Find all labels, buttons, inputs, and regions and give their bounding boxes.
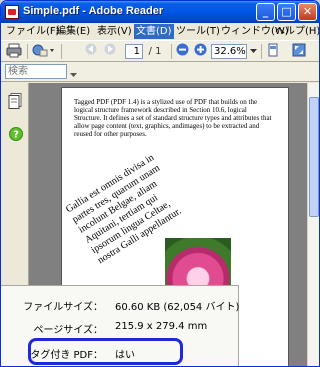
search-input[interactable] xyxy=(5,64,67,79)
full-screen-icon xyxy=(292,43,306,57)
file-size-value: 60.60 KB (62,054 バイト) xyxy=(115,302,240,313)
zoom-level-input[interactable]: 32.6% xyxy=(211,44,247,59)
menu-bar: ファイル(F) 編集(E) 表示(V) 文書(D) ツール(T) ウィンドウ(W… xyxy=(1,23,319,40)
minimize-button[interactable]: _ xyxy=(256,3,275,21)
page-size-value: 215.9 x 279.4 mm xyxy=(115,321,208,332)
arrow-right-icon xyxy=(104,43,116,55)
title-bar[interactable]: Simple.pdf - Adobe Reader _ □ ✕ xyxy=(1,1,319,23)
next-page-button[interactable] xyxy=(103,43,117,60)
window-title: Simple.pdf - Adobe Reader xyxy=(23,5,164,17)
previous-page-button[interactable] xyxy=(84,43,98,60)
page-size-label: ページサイズ： xyxy=(33,325,104,336)
close-button[interactable]: ✕ xyxy=(298,3,317,21)
fit-page-button[interactable] xyxy=(265,43,281,60)
zoom-out-button[interactable] xyxy=(175,43,189,60)
search-bar xyxy=(1,62,319,82)
arrow-left-icon xyxy=(85,43,97,55)
toolbar-separator xyxy=(27,44,28,59)
help-icon: ? xyxy=(9,127,23,141)
hand-tool-button[interactable] xyxy=(31,43,55,60)
document-properties-tooltip: ファイルサイズ： 60.60 KB (62,054 バイト) ページサイズ： 2… xyxy=(1,285,240,366)
print-button[interactable] xyxy=(5,43,23,60)
zoom-in-icon xyxy=(194,43,206,56)
document-paragraph: Tagged PDF (PDF 1.4) is a stylized use o… xyxy=(74,98,272,138)
hand-tool-icon xyxy=(32,44,54,57)
file-size-label: ファイルサイズ： xyxy=(23,302,103,313)
maximize-button[interactable]: □ xyxy=(277,3,296,21)
zoom-in-button[interactable] xyxy=(193,43,207,60)
scrollbar-thumb[interactable] xyxy=(309,97,319,217)
menu-edit[interactable]: 編集(E) xyxy=(54,24,92,39)
adobe-reader-window: Simple.pdf - Adobe Reader _ □ ✕ ファイル(F) … xyxy=(0,0,320,367)
svg-text:?: ? xyxy=(13,130,19,141)
chevron-down-icon xyxy=(69,73,77,77)
pdf-file-icon xyxy=(5,5,19,19)
zoom-out-icon xyxy=(176,43,188,56)
menu-help[interactable]: ヘルプ(H) xyxy=(273,24,319,39)
toolbar-separator xyxy=(261,44,262,59)
total-pages-label: / 1 xyxy=(148,46,162,57)
main-toolbar: 1 / 1 32.6% xyxy=(1,40,319,62)
menu-view[interactable]: 表示(V) xyxy=(95,24,134,39)
chevron-down-icon xyxy=(249,49,257,53)
toolbar-separator xyxy=(171,44,172,59)
menu-tools[interactable]: ツール(T) xyxy=(174,24,222,39)
zoom-dropdown[interactable] xyxy=(249,43,257,60)
fit-width-button[interactable] xyxy=(291,43,307,60)
pages-panel-button[interactable] xyxy=(8,93,22,112)
menu-file[interactable]: ファイル(F) xyxy=(4,24,62,39)
printer-icon xyxy=(6,43,22,58)
vertical-scrollbar[interactable] xyxy=(307,83,319,366)
help-panel-button[interactable]: ? xyxy=(9,127,23,144)
tagged-pdf-highlight xyxy=(28,338,183,365)
pages-icon xyxy=(8,93,22,109)
menu-document[interactable]: 文書(D) xyxy=(134,24,174,39)
toolbar-separator xyxy=(61,44,62,59)
fit-page-icon xyxy=(268,43,278,57)
search-dropdown[interactable] xyxy=(69,67,77,77)
current-page-input[interactable]: 1 xyxy=(125,44,143,59)
